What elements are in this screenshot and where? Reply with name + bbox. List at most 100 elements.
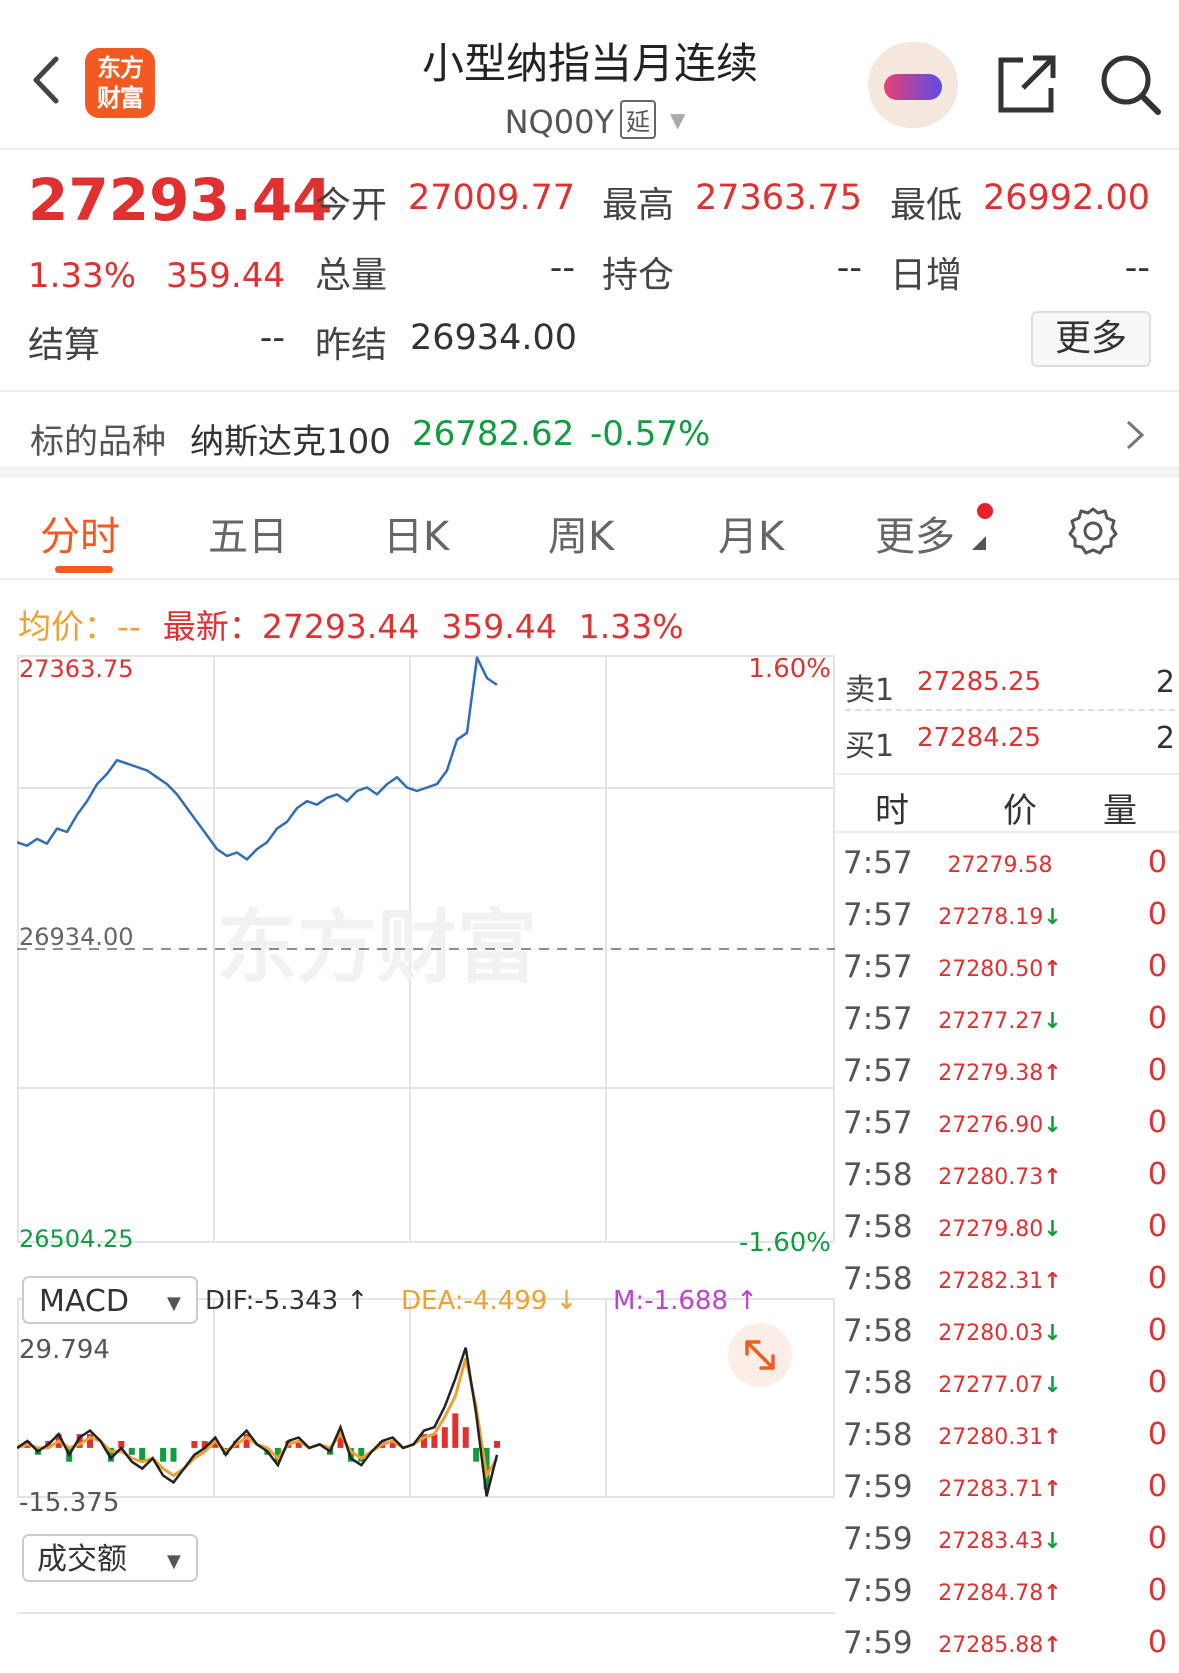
quote-panel: 27293.44 1.33% 359.44 今开 27009.77 最高 273… <box>0 152 1179 392</box>
tick-row: 7:59 27283.71↑ 0 <box>835 1465 1179 1517</box>
chevron-right-icon <box>1126 420 1145 450</box>
tick-time: 7:57 <box>843 949 913 985</box>
underlying-change: -0.57% <box>590 414 711 454</box>
tick-qty: 0 <box>1147 1469 1167 1504</box>
tick-qty: 0 <box>1147 1313 1167 1348</box>
app-logo[interactable]: 东方 财富 <box>85 48 155 118</box>
daily-inc-label: 日增 <box>890 255 963 296</box>
tick-arrow-icon: ↑ <box>1043 1061 1062 1086</box>
tick-time: 7:57 <box>843 845 913 881</box>
tick-price-value: 27277.07 <box>938 1373 1044 1398</box>
tick-time: 7:57 <box>843 897 913 933</box>
tick-row: 7:57 27280.50↑ 0 <box>835 945 1179 997</box>
high-label: 最高 <box>602 185 675 226</box>
position-value: -- <box>836 248 862 288</box>
tick-price: 27280.50↑ <box>935 957 1065 982</box>
tick-row: 7:58 27280.73↑ 0 <box>835 1153 1179 1205</box>
prev-settle-label: 昨结 <box>315 325 388 366</box>
tick-price: 27283.43↓ <box>935 1529 1065 1554</box>
tick-arrow-icon: ↓ <box>1043 1321 1062 1346</box>
underlying-row[interactable]: 标的品种 纳斯达克100 26782.62 -0.57% <box>0 394 1179 478</box>
tick-price: 27280.73↑ <box>935 1165 1065 1190</box>
tab-weekly-k[interactable]: 周K <box>548 504 614 562</box>
y-min-label: 26504.25 <box>19 1225 134 1253</box>
daily-inc-value: -- <box>1124 248 1150 288</box>
dea-label: DEA:-4.499 ↓ <box>401 1286 577 1316</box>
intraday-chart[interactable]: 东方财富 27363.75 26934.00 26504.25 1.60% -1… <box>17 655 835 1655</box>
sell-level-1: 卖1 27285.25 2 <box>845 655 1175 711</box>
buy-qty: 2 <box>1155 721 1175 756</box>
tick-qty: 0 <box>1147 1365 1167 1400</box>
tab-more[interactable]: 更多 <box>875 504 955 562</box>
chart-grid <box>17 655 835 1498</box>
assistant-robot-icon[interactable] <box>868 42 958 128</box>
symbol-code: NQ00Y <box>504 103 614 141</box>
tick-price-value: 27276.90 <box>938 1113 1044 1138</box>
last-price: 27293.44 <box>28 166 333 234</box>
low-label: 最低 <box>890 185 963 226</box>
tick-arrow-icon: ↓ <box>1043 1373 1062 1398</box>
top-bar: 东方 财富 小型纳指当月连续 NQ00Y 延 ▼ <box>0 0 1179 150</box>
expand-icon[interactable] <box>728 1323 792 1387</box>
buy-level-1: 买1 27284.25 2 <box>845 711 1175 767</box>
tick-price: 27283.71↑ <box>935 1477 1065 1502</box>
tab-intraday[interactable]: 分时 <box>40 504 120 562</box>
tick-row: 7:57 27276.90↓ 0 <box>835 1101 1179 1153</box>
settle-value: -- <box>259 318 285 358</box>
underlying-name: 纳斯达克100 <box>190 422 391 462</box>
chevron-down-icon: ▼ <box>670 108 686 132</box>
volume-value: -- <box>549 248 575 288</box>
tick-row: 7:57 27279.38↑ 0 <box>835 1049 1179 1101</box>
tick-price-value: 27283.71 <box>938 1477 1044 1502</box>
tick-row: 7:57 27277.27↓ 0 <box>835 997 1179 1049</box>
tick-price-value: 27280.03 <box>938 1321 1044 1346</box>
tick-qty: 0 <box>1147 1573 1167 1608</box>
tick-time: 7:58 <box>843 1261 913 1297</box>
share-icon[interactable] <box>995 52 1059 116</box>
volume-label: 总量 <box>315 255 388 296</box>
tick-price-value: 27280.31 <box>938 1425 1044 1450</box>
tick-price-value: 27277.27 <box>938 1009 1044 1034</box>
open-value: 27009.77 <box>407 178 575 218</box>
latest-price: 27293.44 <box>261 607 420 646</box>
tick-price: 27285.88↑ <box>935 1633 1065 1658</box>
symbol-selector[interactable]: NQ00Y 延 ▼ <box>430 100 760 141</box>
avg-label: 均价： <box>18 607 117 646</box>
buy-label: 买1 <box>845 729 895 764</box>
macd-plot <box>17 1347 500 1497</box>
tick-row: 7:58 27282.31↑ 0 <box>835 1257 1179 1309</box>
tab-five-day[interactable]: 五日 <box>208 504 288 562</box>
search-icon[interactable] <box>1098 52 1162 116</box>
open-label: 今开 <box>315 185 388 226</box>
tick-row: 7:58 27277.07↓ 0 <box>835 1361 1179 1413</box>
latest-change: 359.44 <box>441 607 557 646</box>
tick-arrow-icon: ↑ <box>1043 1477 1062 1502</box>
tick-price: 27279.58 <box>935 853 1065 878</box>
price-line <box>17 656 498 861</box>
gear-icon[interactable] <box>1067 505 1119 557</box>
volume-selector[interactable]: 成交额 ▼ <box>22 1534 198 1582</box>
active-tab-indicator <box>55 566 113 573</box>
tab-monthly-k[interactable]: 月K <box>718 504 784 562</box>
sell-price: 27285.25 <box>917 667 1042 697</box>
back-icon[interactable] <box>30 55 60 105</box>
tick-price: 27277.07↓ <box>935 1373 1065 1398</box>
period-tabs: 分时 五日 日K 周K 月K 更多 <box>0 480 1179 580</box>
tick-arrow-icon: ↓ <box>1043 1009 1062 1034</box>
tick-arrow-icon: ↑ <box>1043 1165 1062 1190</box>
tick-price: 27279.80↓ <box>935 1217 1065 1242</box>
tick-time: 7:59 <box>843 1573 913 1609</box>
tick-qty: 0 <box>1147 1105 1167 1140</box>
tick-list-header: 时 价 量 <box>835 773 1179 833</box>
tick-price: 27280.31↑ <box>935 1425 1065 1450</box>
macd-selector[interactable]: MACD ▼ <box>22 1276 198 1324</box>
tick-time: 7:59 <box>843 1469 913 1505</box>
watermark: 东方财富 <box>217 901 537 994</box>
tab-daily-k[interactable]: 日K <box>383 504 449 562</box>
tick-price: 27280.03↓ <box>935 1321 1065 1346</box>
tick-arrow-icon: ↑ <box>1043 1633 1062 1658</box>
tick-time: 7:58 <box>843 1313 913 1349</box>
tick-price: 27278.19↓ <box>935 905 1065 930</box>
more-quote-button[interactable]: 更多 <box>1031 311 1151 367</box>
prev-settle-value: 26934.00 <box>410 318 578 358</box>
